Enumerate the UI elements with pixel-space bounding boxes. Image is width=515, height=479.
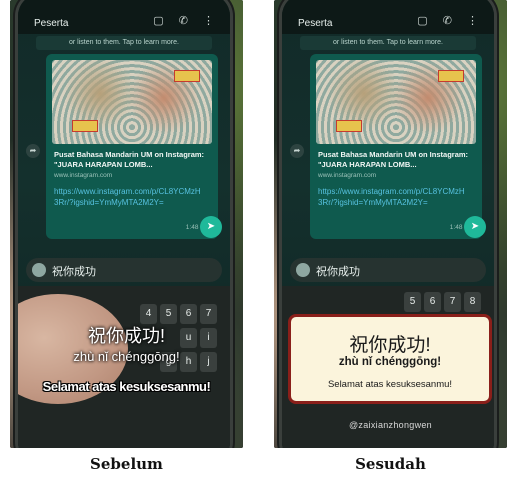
link-title: Pusat Bahasa Mandarin UM on Instagram: "… xyxy=(54,150,205,169)
link-url[interactable]: https://www.instagram.com/p/CL8YCMzH3Rr/… xyxy=(54,186,204,208)
subtitle-indonesian: Selamat atas kesuksesanmu! xyxy=(42,379,211,394)
chat-header: Peserta ▢ ✆ ⋮ xyxy=(282,0,494,34)
contact-name[interactable]: Peserta xyxy=(298,18,332,29)
link-url[interactable]: https://www.instagram.com/p/CL8YCMzH3Rr/… xyxy=(318,186,468,208)
watermark: @zaixianzhongwen xyxy=(349,420,432,430)
info-banner[interactable]: or listen to them. Tap to learn more. xyxy=(300,36,476,50)
link-message-bubble[interactable]: Pusat Bahasa Mandarin UM on Instagram: "… xyxy=(46,54,218,239)
card-indonesian: Selamat atas kesuksesanmu! xyxy=(327,379,453,390)
call-icons[interactable]: ▢ ✆ ⋮ xyxy=(417,14,484,27)
input-text: 祝你成功 xyxy=(52,266,96,278)
link-domain: www.instagram.com xyxy=(318,172,377,179)
info-banner[interactable]: or listen to them. Tap to learn more. xyxy=(36,36,212,50)
link-preview-image xyxy=(52,60,212,144)
link-title: Pusat Bahasa Mandarin UM on Instagram: "… xyxy=(318,150,469,169)
link-preview-image xyxy=(316,60,476,144)
link-domain: www.instagram.com xyxy=(54,172,113,179)
subtitle-pinyin: zhù nǐ chénggōng! xyxy=(73,349,180,364)
message-input[interactable]: 祝你成功 xyxy=(26,258,222,282)
call-icons[interactable]: ▢ ✆ ⋮ xyxy=(153,14,220,27)
link-message-bubble[interactable]: Pusat Bahasa Mandarin UM on Instagram: "… xyxy=(310,54,482,239)
send-button[interactable]: ➤ xyxy=(464,216,486,238)
contact-name[interactable]: Peserta xyxy=(34,18,68,29)
input-text: 祝你成功 xyxy=(316,266,360,278)
caption-after: Sesudah xyxy=(355,455,426,473)
send-button[interactable]: ➤ xyxy=(200,216,222,238)
translation-card: 祝你成功! zhù nǐ chénggōng! Selamat atas kes… xyxy=(288,314,492,404)
chat-header: Peserta ▢ ✆ ⋮ xyxy=(18,0,230,34)
card-hanzi: 祝你成功! xyxy=(349,335,431,356)
card-pinyin: zhù nǐ chénggōng! xyxy=(338,356,442,368)
emoji-icon[interactable] xyxy=(32,263,46,277)
emoji-icon[interactable] xyxy=(296,263,310,277)
message-input[interactable]: 祝你成功 xyxy=(290,258,486,282)
after-screenshot: Peserta ▢ ✆ ⋮ or listen to them. Tap to … xyxy=(274,0,507,448)
share-icon[interactable]: ➦ xyxy=(290,144,304,158)
subtitle-hanzi: 祝你成功! xyxy=(87,326,165,346)
share-icon[interactable]: ➦ xyxy=(26,144,40,158)
caption-before: Sebelum xyxy=(90,455,163,473)
before-screenshot: Peserta ▢ ✆ ⋮ or listen to them. Tap to … xyxy=(10,0,243,448)
